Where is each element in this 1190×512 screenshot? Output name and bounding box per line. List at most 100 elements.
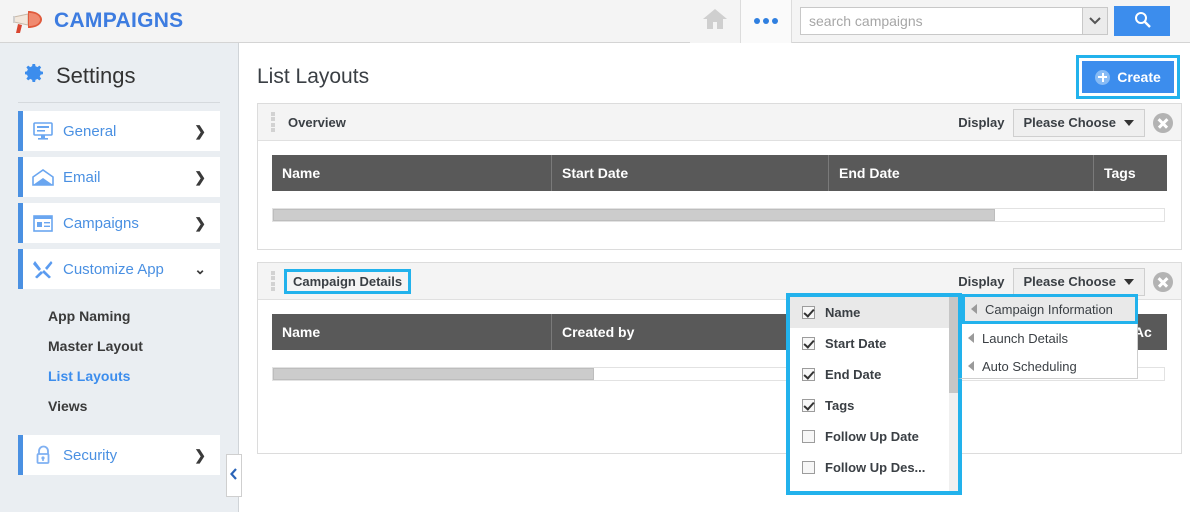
chevron-down-icon: [1124, 278, 1134, 285]
checkbox-checked-icon[interactable]: [802, 399, 815, 412]
horizontal-scrollbar[interactable]: [272, 208, 1165, 222]
table-column-header[interactable]: End Date: [829, 155, 1094, 191]
scrollbar-thumb[interactable]: [273, 368, 594, 380]
table-column-header[interactable]: Tags: [1094, 155, 1165, 191]
table-column-header[interactable]: Name: [272, 155, 552, 191]
field-selector-popup: Name Start Date End Date Tags Follow Up …: [786, 293, 962, 495]
sidebar-item-campaigns[interactable]: Campaigns ❯: [18, 203, 220, 243]
checkbox-unchecked-icon[interactable]: [802, 430, 815, 443]
sidebar-subitem-app-naming[interactable]: App Naming: [0, 301, 238, 331]
submenu-item-label: Campaign Information: [985, 301, 1113, 317]
submenu-item-launch-details[interactable]: Launch Details: [962, 324, 1137, 352]
create-button[interactable]: Create: [1082, 61, 1174, 93]
search-button[interactable]: [1114, 6, 1170, 36]
display-label: Display: [958, 274, 1005, 289]
field-option-label: Follow Up Des...: [825, 460, 926, 475]
chevron-down-icon: [1089, 12, 1101, 30]
submenu-item-auto-scheduling[interactable]: Auto Scheduling: [962, 352, 1137, 380]
display-dropdown[interactable]: Please Choose: [1012, 108, 1145, 137]
gear-icon: [22, 61, 46, 90]
triangle-left-icon: [968, 333, 974, 343]
checkbox-checked-icon[interactable]: [802, 306, 815, 319]
create-button-label: Create: [1117, 69, 1161, 85]
panel-header: Overview Display Please Choose: [258, 104, 1181, 141]
triangle-left-icon: [971, 304, 977, 314]
more-menu-button[interactable]: [740, 0, 792, 43]
scrollbar-thumb[interactable]: [949, 297, 958, 393]
article-icon: [23, 214, 63, 232]
field-option-label: End Date: [825, 367, 882, 382]
chevron-left-icon: [230, 467, 238, 485]
chevron-down-icon: ⌄: [194, 260, 206, 277]
home-button[interactable]: [690, 0, 740, 43]
field-option-follow-up-date[interactable]: Follow Up Date: [790, 421, 958, 452]
list-layout-panel-overview: Overview Display Please Choose Name Star…: [257, 103, 1182, 250]
sidebar-subitem-views[interactable]: Views: [0, 391, 238, 421]
field-option-follow-up-description[interactable]: Follow Up Des...: [790, 452, 958, 483]
display-dropdown-label: Please Choose: [1023, 115, 1117, 130]
display-dropdown[interactable]: Please Choose: [1012, 267, 1145, 296]
remove-panel-button[interactable]: [1153, 112, 1173, 133]
submenu-item-label: Launch Details: [982, 330, 1068, 346]
sidebar-item-email[interactable]: Email ❯: [18, 157, 220, 197]
brand-title: CAMPAIGNS: [54, 9, 184, 32]
monitor-icon: [23, 122, 63, 140]
triangle-left-icon: [968, 361, 974, 371]
field-option-label: Name: [825, 305, 861, 320]
sidebar-subitems: App Naming Master Layout List Layouts Vi…: [0, 301, 238, 421]
submenu-item-campaign-information[interactable]: Campaign Information: [962, 294, 1138, 324]
more-dots-icon: [754, 18, 778, 24]
scrollbar-thumb[interactable]: [273, 209, 995, 221]
field-option-end-date[interactable]: End Date: [790, 359, 958, 390]
tools-icon: [23, 259, 63, 279]
display-dropdown-label: Please Choose: [1023, 274, 1117, 289]
search-area: [800, 6, 1170, 36]
field-option-label: Start Date: [825, 336, 887, 351]
table-header-row: Name Start Date End Date Tags: [272, 155, 1167, 191]
table-column-header[interactable]: Name: [272, 314, 552, 350]
sidebar-collapse-handle[interactable]: [226, 454, 242, 497]
checkbox-checked-icon[interactable]: [802, 337, 815, 350]
chevron-down-icon: [1124, 119, 1134, 126]
panel-header-controls: Display Please Choose: [958, 104, 1173, 141]
sidebar-item-label: Security: [63, 446, 118, 464]
drag-handle-icon[interactable]: [258, 110, 288, 134]
settings-title: Settings: [56, 62, 136, 88]
field-option-label: Tags: [825, 398, 855, 413]
lock-icon: [23, 445, 63, 465]
field-selector-list: Name Start Date End Date Tags Follow Up …: [790, 297, 958, 491]
remove-panel-button[interactable]: [1153, 271, 1173, 292]
checkbox-unchecked-icon[interactable]: [802, 461, 815, 474]
section-submenu-popup: Campaign Information Launch Details Auto…: [958, 294, 1138, 379]
sidebar-item-customize-app[interactable]: Customize App ⌄: [18, 249, 220, 289]
field-option-start-date[interactable]: Start Date: [790, 328, 958, 359]
chevron-right-icon: ❯: [194, 168, 206, 185]
field-option-name[interactable]: Name: [790, 297, 958, 328]
sidebar-divider: [18, 102, 220, 103]
search-input[interactable]: [800, 7, 1082, 35]
field-option-tags[interactable]: Tags: [790, 390, 958, 421]
chevron-right-icon: ❯: [194, 122, 206, 139]
main-content: List Layouts Create Overview Display Ple…: [239, 43, 1190, 512]
search-scope-dropdown[interactable]: [1082, 7, 1108, 35]
sidebar-item-security[interactable]: Security ❯: [18, 435, 220, 475]
sidebar-subitem-list-layouts[interactable]: List Layouts: [0, 361, 238, 391]
create-button-highlight: Create: [1076, 55, 1180, 99]
panel-title: Overview: [288, 114, 346, 130]
plus-circle-icon: [1095, 69, 1111, 85]
sidebar-item-label: Email: [63, 168, 101, 186]
sidebar-subitem-master-layout[interactable]: Master Layout: [0, 331, 238, 361]
magnifier-icon: [1134, 11, 1151, 31]
submenu-item-label: Auto Scheduling: [982, 358, 1077, 374]
popup-vertical-scrollbar[interactable]: [949, 297, 958, 491]
field-option-label: Follow Up Date: [825, 429, 919, 444]
top-bar: CAMPAIGNS: [0, 0, 1190, 43]
checkbox-checked-icon[interactable]: [802, 368, 815, 381]
home-icon: [702, 7, 728, 36]
table-column-header[interactable]: Start Date: [552, 155, 829, 191]
sidebar-item-general[interactable]: General ❯: [18, 111, 220, 151]
sidebar-item-label: Campaigns: [63, 214, 139, 232]
panel-title[interactable]: Campaign Details: [284, 268, 412, 294]
brand: CAMPAIGNS: [0, 8, 690, 34]
chevron-right-icon: ❯: [194, 214, 206, 231]
